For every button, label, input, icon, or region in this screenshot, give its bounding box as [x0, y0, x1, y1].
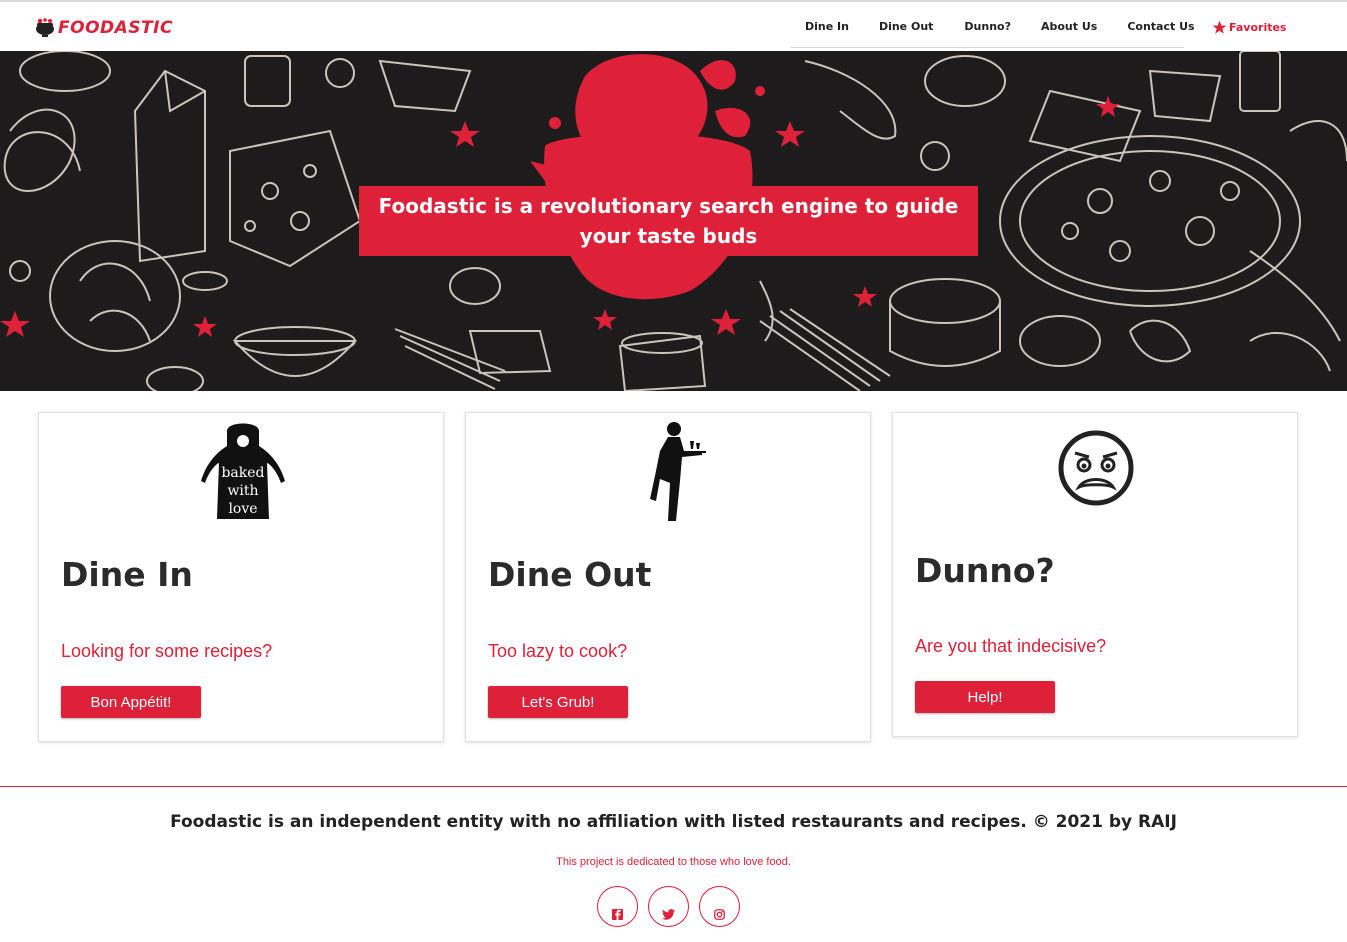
nav-item-dunno[interactable]: Dunno?	[964, 12, 1011, 47]
card-title-dine-in: Dine In	[61, 555, 193, 594]
card-subtitle-dine-out: Too lazy to cook?	[488, 641, 628, 661]
bon-appetit-button[interactable]: Bon Appétit!	[61, 686, 201, 718]
pot-icon	[36, 18, 54, 37]
card-dine-out: Dine Out Too lazy to cook? Let's Grub!	[465, 412, 871, 742]
brand-name: FOODASTIC	[58, 18, 173, 38]
help-button[interactable]: Help!	[915, 681, 1055, 713]
hero-tagline: Foodastic is a revolutionary search engi…	[378, 194, 959, 248]
card-dine-in: baked with love Dine In Looking for some…	[38, 412, 444, 742]
card-title-dunno: Dunno?	[915, 551, 1055, 590]
twitter-icon	[662, 909, 675, 920]
waiter-icon	[650, 422, 706, 521]
star-icon	[1212, 20, 1227, 34]
instagram-link[interactable]	[699, 886, 740, 927]
card-subtitle-dine-in: Looking for some recipes?	[61, 641, 273, 661]
apron-text-1: baked	[221, 465, 264, 481]
card-dunno: Dunno? Are you that indecisive? Help!	[892, 412, 1298, 737]
twitter-link[interactable]	[648, 886, 689, 927]
footer-dedication: This project is dedicated to those who l…	[556, 856, 791, 868]
facebook-icon	[612, 909, 623, 920]
footer-divider	[0, 786, 1347, 787]
apron-text-2: with	[227, 483, 258, 499]
hero-banner: Foodastic is a revolutionary search engi…	[0, 51, 1347, 391]
favorites-link[interactable]: Favorites	[1212, 20, 1286, 35]
card-title-dine-out: Dine Out	[488, 555, 652, 594]
confused-face-icon	[1058, 430, 1134, 506]
nav-item-about-us[interactable]: About Us	[1041, 12, 1097, 47]
hero-tagline-box: Foodastic is a revolutionary search engi…	[359, 186, 978, 256]
instagram-icon	[714, 909, 725, 920]
favorites-label: Favorites	[1229, 21, 1287, 34]
footer-disclaimer: Foodastic is an independent entity with …	[170, 812, 1177, 832]
nav-item-dine-out[interactable]: Dine Out	[879, 12, 933, 47]
apron-icon: baked with love	[201, 423, 285, 519]
brand-logo[interactable]: FOODASTIC	[34, 14, 173, 42]
apron-text-3: love	[228, 501, 257, 517]
facebook-link[interactable]	[597, 886, 638, 927]
card-subtitle-dunno: Are you that indecisive?	[915, 636, 1107, 656]
lets-grub-button[interactable]: Let's Grub!	[488, 686, 628, 718]
nav-item-contact-us[interactable]: Contact Us	[1127, 12, 1194, 47]
nav-item-dine-in[interactable]: Dine In	[805, 12, 849, 47]
top-navbar: FOODASTIC Dine In Dine Out Dunno? About …	[0, 0, 1347, 51]
main-nav: Dine In Dine Out Dunno? About Us Contact…	[790, 12, 1195, 48]
